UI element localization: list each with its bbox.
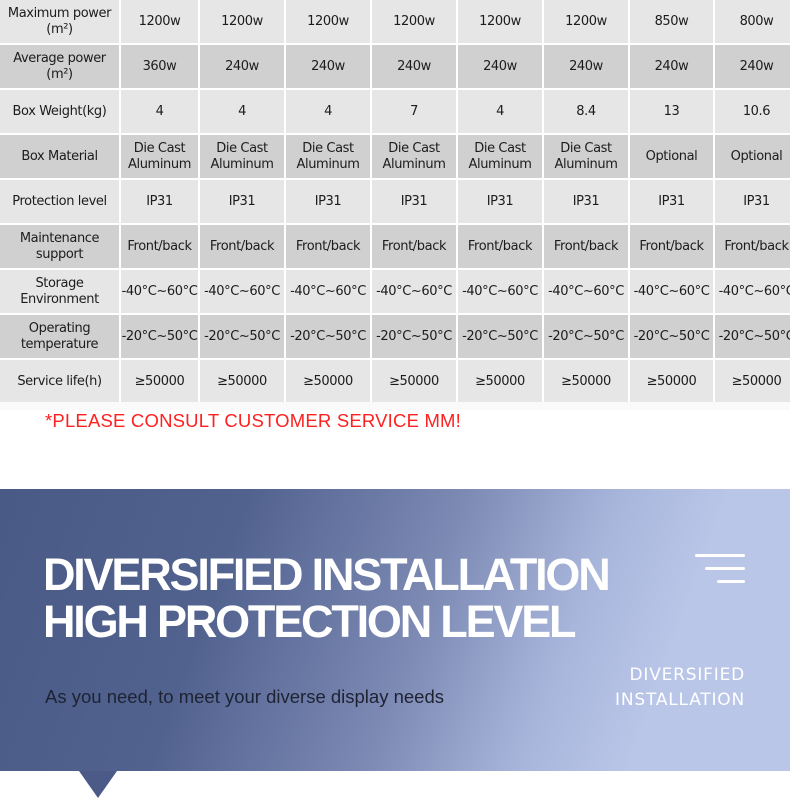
table-cell: ≥50000 bbox=[630, 360, 713, 403]
table-cell: ≥50000 bbox=[200, 360, 284, 403]
row-label: Box Weight(kg) bbox=[0, 90, 119, 133]
table-cell: 7 bbox=[372, 90, 456, 133]
table-cell: 1200w bbox=[121, 0, 198, 43]
table-cell: 240w bbox=[200, 45, 284, 88]
table-cell: -40°C~60°C bbox=[372, 270, 456, 313]
banner-title-line-1: DIVERSIFIED INSTALLATION bbox=[43, 549, 611, 600]
table-cell: Die Cast Aluminum bbox=[200, 135, 284, 178]
table-cell: IP31 bbox=[200, 180, 284, 223]
table-cell: -20°C~50°C bbox=[121, 315, 198, 358]
spec-table: Maximum power (m²) 1200w 1200w 1200w 1200w 12… bbox=[0, 0, 790, 403]
row-label: Box Material bbox=[0, 135, 119, 178]
table-cell: Front/back bbox=[121, 225, 198, 268]
table-footer-strip bbox=[0, 402, 790, 410]
table-cell: 13 bbox=[630, 90, 713, 133]
row-label: Operating temperature bbox=[0, 315, 119, 358]
table-cell: ≥50000 bbox=[715, 360, 790, 403]
table-cell: -40°C~60°C bbox=[544, 270, 628, 313]
table-cell: 4 bbox=[200, 90, 284, 133]
table-cell: IP31 bbox=[544, 180, 628, 223]
table-cell: 4 bbox=[458, 90, 542, 133]
table-cell: -20°C~50°C bbox=[630, 315, 713, 358]
table-cell: 1200w bbox=[286, 0, 370, 43]
table-cell: 4 bbox=[121, 90, 198, 133]
table-cell: Die Cast Aluminum bbox=[458, 135, 542, 178]
row-label: Storage Environment bbox=[0, 270, 119, 313]
table-cell: ≥50000 bbox=[286, 360, 370, 403]
table-cell: -40°C~60°C bbox=[715, 270, 790, 313]
table-cell: -20°C~50°C bbox=[286, 315, 370, 358]
table-cell: 1200w bbox=[544, 0, 628, 43]
table-cell: -20°C~50°C bbox=[458, 315, 542, 358]
menu-line bbox=[717, 580, 745, 583]
table-cell: ≥50000 bbox=[544, 360, 628, 403]
table-cell: -20°C~50°C bbox=[544, 315, 628, 358]
table-cell: Front/back bbox=[458, 225, 542, 268]
table-cell: Front/back bbox=[715, 225, 790, 268]
table-cell: IP31 bbox=[372, 180, 456, 223]
feature-banner: DIVERSIFIED INSTALLATION HIGH PROTECTION… bbox=[0, 489, 790, 771]
table-cell: IP31 bbox=[630, 180, 713, 223]
table-cell: IP31 bbox=[121, 180, 198, 223]
table-cell: 1200w bbox=[372, 0, 456, 43]
banner-title: DIVERSIFIED INSTALLATION HIGH PROTECTION… bbox=[43, 549, 611, 647]
table-cell: -20°C~50°C bbox=[372, 315, 456, 358]
table-cell: IP31 bbox=[458, 180, 542, 223]
table-cell: Front/back bbox=[630, 225, 713, 268]
table-cell: Optional bbox=[715, 135, 790, 178]
table-cell: -20°C~50°C bbox=[715, 315, 790, 358]
table-cell: 240w bbox=[630, 45, 713, 88]
table-cell: Front/back bbox=[286, 225, 370, 268]
table-cell: 4 bbox=[286, 90, 370, 133]
row-label: Maximum power (m²) bbox=[0, 0, 119, 43]
table-cell: 240w bbox=[458, 45, 542, 88]
table-cell: ≥50000 bbox=[121, 360, 198, 403]
banner-side-caption: DIVERSIFIED INSTALLATION bbox=[615, 663, 745, 713]
table-cell: 1200w bbox=[200, 0, 284, 43]
row-label: Protection level bbox=[0, 180, 119, 223]
table-cell: Front/back bbox=[544, 225, 628, 268]
table-cell: Die Cast Aluminum bbox=[544, 135, 628, 178]
banner-subtitle: As you need, to meet your diverse displa… bbox=[45, 686, 445, 707]
table-cell: IP31 bbox=[715, 180, 790, 223]
table-cell: 240w bbox=[372, 45, 456, 88]
table-cell: 800w bbox=[715, 0, 790, 43]
table-cell: ≥50000 bbox=[372, 360, 456, 403]
table-cell: Die Cast Aluminum bbox=[286, 135, 370, 178]
table-cell: 360w bbox=[121, 45, 198, 88]
banner-side-line-2: INSTALLATION bbox=[615, 690, 745, 710]
row-label: Maintenance support bbox=[0, 225, 119, 268]
table-cell: 240w bbox=[544, 45, 628, 88]
table-cell: -40°C~60°C bbox=[458, 270, 542, 313]
table-cell: ≥50000 bbox=[458, 360, 542, 403]
table-cell: IP31 bbox=[286, 180, 370, 223]
menu-line bbox=[695, 554, 745, 557]
row-label: Average power (m²) bbox=[0, 45, 119, 88]
banner-side-line-1: DIVERSIFIED bbox=[629, 665, 745, 685]
table-cell: 240w bbox=[715, 45, 790, 88]
table-cell: Front/back bbox=[200, 225, 284, 268]
banner-title-line-2: HIGH PROTECTION LEVEL bbox=[43, 596, 577, 647]
menu-lines-icon bbox=[695, 554, 745, 584]
table-cell: 240w bbox=[286, 45, 370, 88]
table-cell: Front/back bbox=[372, 225, 456, 268]
row-label: Service life(h) bbox=[0, 360, 119, 403]
table-cell: Die Cast Aluminum bbox=[372, 135, 456, 178]
table-cell: -40°C~60°C bbox=[121, 270, 198, 313]
table-cell: 10.6 bbox=[715, 90, 790, 133]
table-cell: Die Cast Aluminum bbox=[121, 135, 198, 178]
table-cell: 8.4 bbox=[544, 90, 628, 133]
consult-notice: *PLEASE CONSULT CUSTOMER SERVICE MM! bbox=[45, 410, 462, 431]
table-cell: 1200w bbox=[458, 0, 542, 43]
pointer-triangle-icon bbox=[79, 771, 117, 798]
table-cell: Optional bbox=[630, 135, 713, 178]
table-cell: -40°C~60°C bbox=[200, 270, 284, 313]
table-cell: -40°C~60°C bbox=[630, 270, 713, 313]
table-cell: -40°C~60°C bbox=[286, 270, 370, 313]
menu-line bbox=[705, 567, 745, 570]
table-cell: 850w bbox=[630, 0, 713, 43]
table-cell: -20°C~50°C bbox=[200, 315, 284, 358]
